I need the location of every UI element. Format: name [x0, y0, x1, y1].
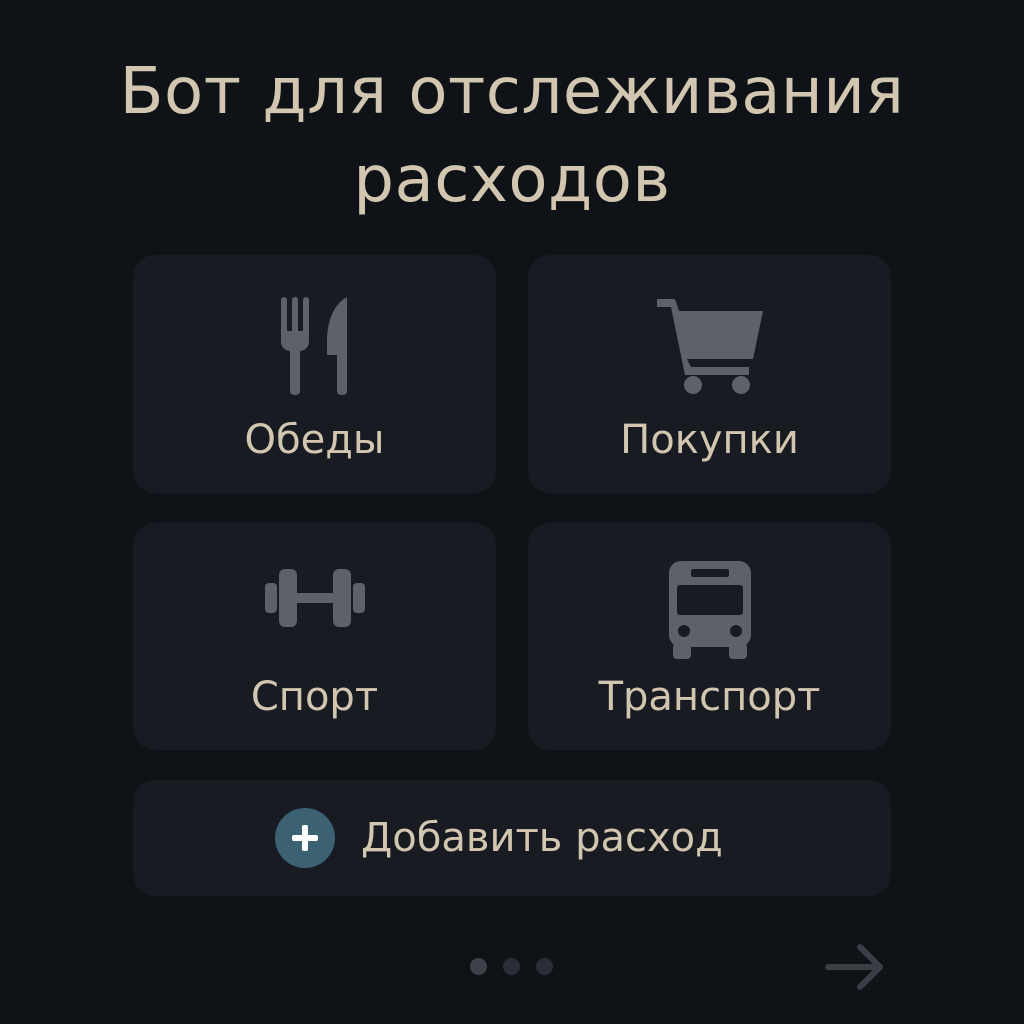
category-card-lunch[interactable]: Обеды	[133, 255, 496, 493]
add-expense-label: Добавить расход	[361, 815, 723, 861]
category-card-transport[interactable]: Транспорт	[528, 523, 891, 750]
page-title-line-2: расходов	[353, 143, 671, 217]
category-label: Обеды	[244, 417, 385, 463]
bus-icon	[528, 561, 891, 659]
dumbbell-icon	[133, 561, 496, 635]
page-title: Бот для отслеживания расходов	[0, 48, 1024, 224]
page-dot-2[interactable]	[503, 958, 520, 975]
category-label: Покупки	[620, 417, 799, 463]
page-indicator	[470, 958, 553, 975]
category-label: Транспорт	[598, 674, 821, 720]
plus-icon	[275, 808, 335, 868]
next-arrow-icon[interactable]	[822, 940, 888, 994]
page-title-line-1: Бот для отслеживания	[119, 55, 905, 129]
category-label: Спорт	[250, 674, 379, 720]
shopping-cart-icon	[528, 297, 891, 397]
page-dot-3[interactable]	[536, 958, 553, 975]
category-card-sport[interactable]: Спорт	[133, 523, 496, 750]
add-expense-button[interactable]: Добавить расход	[133, 780, 891, 896]
fork-knife-icon	[133, 297, 496, 395]
category-card-shopping[interactable]: Покупки	[528, 255, 891, 493]
screen: Бот для отслеживания расходов Обеды Поку…	[0, 0, 1024, 1024]
page-dot-1[interactable]	[470, 958, 487, 975]
